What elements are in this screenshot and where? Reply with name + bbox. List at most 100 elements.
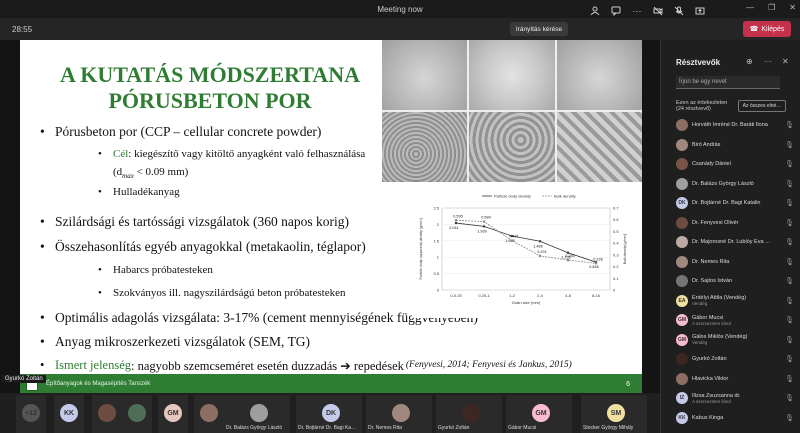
close-panel-icon[interactable]: ✕	[782, 57, 789, 66]
participant-name-block: Dr. Sajtos István	[692, 278, 784, 284]
y2-tick-label: 0.1	[613, 276, 619, 281]
mic-off-icon: 🎙	[785, 336, 794, 344]
participant-row[interactable]: EA Erdélyi Attila (Vendég) Vendég 🎙	[676, 292, 794, 310]
data-point	[510, 239, 514, 242]
granule-photo	[382, 112, 468, 182]
share-icon[interactable]	[695, 6, 705, 16]
material-photos	[382, 40, 642, 182]
participant-row[interactable]: Dr. Sajtos István 🎙	[676, 272, 794, 290]
camera-off-icon[interactable]	[653, 6, 663, 16]
mic-off-icon: 🎙	[785, 122, 794, 129]
participant-row[interactable]: Gyurkó Zoltán 🎙	[676, 350, 794, 368]
request-control-button[interactable]: Irányítás kérése	[510, 22, 568, 36]
mic-off-icon: 🎙	[785, 258, 794, 266]
participant-avatar	[676, 138, 688, 151]
mic-off-icon: 🎙	[785, 219, 794, 227]
participant-name-block: Dr. Bojtárné Dr. Bagi Katalin	[692, 200, 784, 206]
participant-avatar	[676, 255, 688, 268]
participant-avatar: GM	[532, 404, 550, 422]
participant-name-block: Erdélyi Attila (Vendég) Vendég	[692, 295, 784, 306]
powder-photo	[469, 40, 555, 110]
data-label: 0.584	[481, 216, 491, 220]
participant-row[interactable]: IZ Illzsa Zsuzsanna dr. A szervezeten kívü…	[676, 389, 794, 407]
x-tick-label: 8-16	[592, 293, 601, 298]
in-meeting-section[interactable]: Ezen az értekezleten (24 résztvevő)	[676, 100, 736, 112]
participant-name: Gyurkó Zoltán	[692, 356, 727, 362]
powder-photo	[556, 40, 642, 110]
participant-row[interactable]: GM Gálos Miklós (Vendég) Vendég 🎙	[676, 331, 794, 349]
mic-off-icon: 🎙	[785, 161, 794, 168]
participant-row[interactable]: Dr. Balázs György László 🎙	[676, 175, 794, 193]
y2-tick-label: 0.6	[613, 217, 619, 222]
participant-row[interactable]: Hlavicka Viktor 🎙	[676, 370, 794, 388]
slide-page-number: 6	[626, 380, 630, 388]
participant-row[interactable]: KK Kabus Kinga 🎙	[676, 409, 794, 427]
more-icon[interactable]: ···	[632, 6, 642, 16]
y2-tick-label: 0.4	[613, 241, 619, 246]
y-tick-label: 2.5	[433, 206, 439, 211]
presenter-name-tag: Gyurkó Zoltán	[2, 375, 46, 383]
participant-row[interactable]: Dr. Majorosné Dr. Lublóy Éva … 🎙	[676, 233, 794, 251]
participant-avatar: KK	[676, 411, 688, 424]
mic-off-icon: 🎙	[785, 375, 794, 383]
y-tick-label: 1.5	[433, 238, 439, 243]
participant-row[interactable]: Horváth Imréné Dr. Baráti Ilona 🎙	[676, 116, 794, 134]
data-label: 0.421	[509, 235, 519, 239]
x-tick-label: 0-0.25	[450, 293, 462, 298]
participant-subtitle: Vendég	[692, 340, 708, 345]
participant-avatar	[676, 236, 688, 248]
participant-avatar	[676, 372, 688, 385]
close-icon[interactable]: ✕	[789, 3, 796, 12]
data-point	[566, 259, 570, 262]
powder-photo	[382, 40, 468, 110]
footer-text: Építőanyagok és Magasépítés Tanszék	[46, 381, 151, 387]
participant-name: Illzsa Zsuzsanna dr.	[692, 392, 741, 399]
participant-avatar: DK	[322, 404, 340, 422]
mic-off-icon: 🎙	[785, 278, 794, 285]
x-tick-label: 0.25-1	[478, 293, 490, 298]
mic-off-icon: 🎙	[785, 180, 794, 188]
participant-row[interactable]: Dr. Fenyvesi Olivér 🎙	[676, 214, 794, 232]
data-point	[538, 254, 542, 258]
chat-icon[interactable]	[611, 6, 621, 16]
legend-label: Particle body density	[494, 194, 531, 199]
participant-row[interactable]: Dr. Nemes Rita 🎙	[676, 253, 794, 271]
bullet-item: • Összehasonlítás egyéb anyagokkal (metak…	[40, 239, 366, 254]
participant-avatar	[250, 404, 268, 422]
bullet-item: • Szilárdsági és tartóssági vizsgálatok (…	[40, 214, 349, 229]
meeting-toolbar: 28:55 Irányítás kérése	[0, 18, 660, 40]
participant-row[interactable]: GM Gábor Mucsi A szervezeten kívül 🎙	[676, 311, 794, 329]
people-icon[interactable]	[590, 6, 600, 16]
participant-row[interactable]: Csanády Dániel 🎙	[676, 155, 794, 173]
add-people-icon[interactable]: ⊕	[746, 57, 753, 66]
more-options-icon[interactable]: ···	[764, 57, 772, 66]
participant-name-block: Gábor Mucsi A szervezeten kívül	[692, 315, 784, 326]
admit-all-button[interactable]: Az összes elné…	[738, 100, 786, 112]
density-chart: 0 0.5 1 1.5 2 2.5 0 0.1 0.2 0.3 0.4 0.5 0.6 0.7 0-0.25…	[412, 186, 634, 318]
presentation-slide: A KUTATÁS MÓDSZERTANA PÓRUSBETON POR • Pó…	[20, 40, 642, 394]
y-axis-label: Particle body (apparent) density [g/cm³]	[419, 218, 423, 279]
mic-off-icon[interactable]	[674, 6, 684, 16]
maximize-icon[interactable]: ❐	[768, 3, 775, 12]
participant-name: Dr. Fenyvesi Olivér	[692, 219, 739, 226]
participant-name-block: Csanády Dániel	[692, 161, 784, 167]
invite-input[interactable]: Írjon be egy nevet	[676, 76, 780, 89]
sub-bullet-continuation: (dmax < 0.09 mm)	[113, 166, 189, 181]
participant-avatar	[392, 404, 410, 422]
slide-title: A KUTATÁS MÓDSZERTANA PÓRUSBETON POR	[60, 62, 360, 114]
participant-avatar: IZ	[676, 392, 688, 404]
participant-name-block: Hlavicka Viktor	[692, 376, 784, 382]
mic-off-icon: 🎙	[785, 141, 794, 149]
participant-name: Dr. Majorosné Dr. Lublóy Éva …	[692, 239, 771, 245]
participant-avatar	[676, 158, 688, 170]
data-label: 0.291	[537, 250, 547, 254]
participant-name-block: Gálos Miklós (Vendég) Vendég	[692, 334, 784, 345]
minimize-icon[interactable]: —	[746, 3, 754, 12]
participant-row[interactable]: Biró András 🎙	[676, 136, 794, 154]
mic-off-icon: 🎙	[785, 297, 794, 305]
slide-footer: Építőanyagok és Magasépítés Tanszék 6	[20, 374, 642, 394]
mic-off-icon: 🎙	[785, 239, 794, 246]
data-point	[454, 219, 458, 222]
leave-button[interactable]: ☎ Kilépés	[743, 21, 791, 37]
participant-row[interactable]: DK Dr. Bojtárné Dr. Bagi Katalin 🎙	[676, 194, 794, 212]
